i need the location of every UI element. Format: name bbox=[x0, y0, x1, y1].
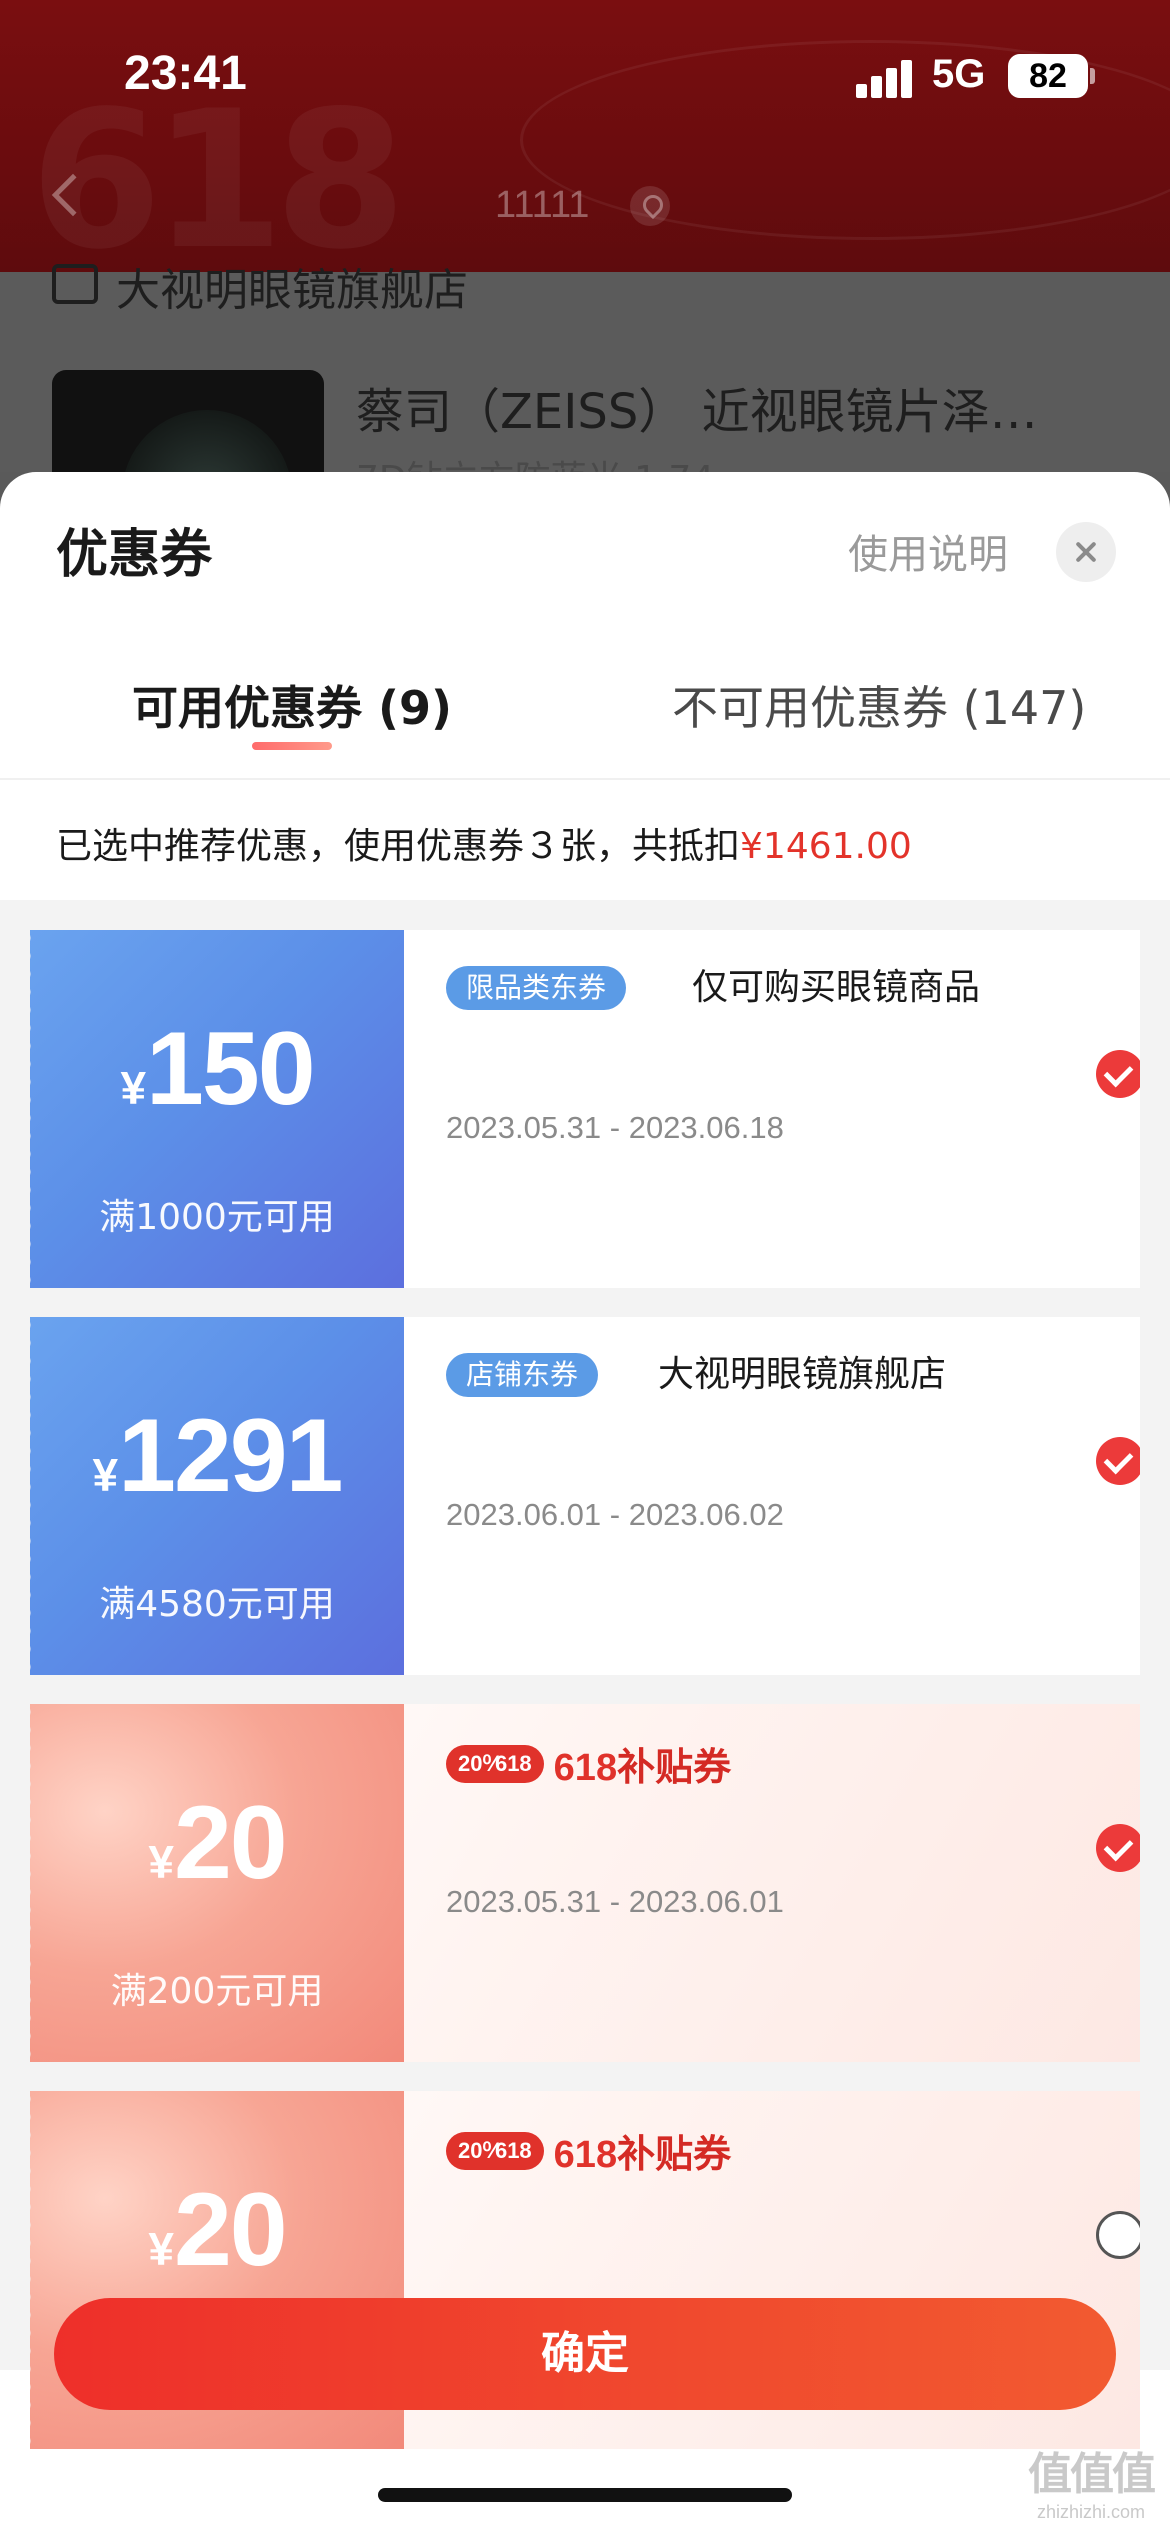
checkbox-unchecked-icon[interactable] bbox=[1096, 2211, 1140, 2259]
coupon-amount-panel: ¥20 满200元可用 bbox=[30, 1704, 404, 2062]
status-time: 23:41 bbox=[124, 47, 247, 100]
currency-symbol: ¥ bbox=[120, 1062, 147, 1114]
coupon-info: 限品类东券 仅可购买眼镜商品 2023.05.31 - 2023.06.18 bbox=[404, 930, 1140, 1288]
coupon-list[interactable]: ¥150 满1000元可用 限品类东券 仅可购买眼镜商品 2023.05.31 … bbox=[0, 900, 1170, 2449]
subsidy-label: 618补贴券 bbox=[554, 1736, 731, 1791]
location-icon[interactable] bbox=[630, 186, 670, 226]
coupon-info: 店铺东券 大视明眼镜旗舰店 2023.06.01 - 2023.06.02 bbox=[404, 1317, 1140, 1675]
coupon-value: 20 bbox=[173, 1785, 288, 1901]
summary-amount: ¥1461.00 bbox=[740, 826, 912, 867]
coupon-threshold: 满200元可用 bbox=[110, 1971, 324, 2012]
sheet-title: 优惠券 bbox=[56, 525, 213, 585]
coupon-card[interactable]: ¥1291 满4580元可用 店铺东券 大视明眼镜旗舰店 2023.06.01 … bbox=[30, 1317, 1140, 1675]
subsidy-label-text: 补贴券 bbox=[617, 1747, 732, 1789]
network-type: 5G bbox=[932, 52, 986, 96]
coupon-value: 150 bbox=[146, 1011, 316, 1127]
selection-summary: 已选中推荐优惠，使用优惠券３张，共抵扣¥1461.00 bbox=[56, 817, 912, 869]
subsidy-badge: 20⁰⁄618 618补贴券 bbox=[446, 2123, 731, 2178]
close-icon[interactable] bbox=[1056, 522, 1116, 582]
coupon-amount: ¥20 bbox=[30, 1784, 404, 1903]
confirm-button[interactable]: 确定 bbox=[54, 2298, 1116, 2410]
shop-icon bbox=[52, 264, 98, 304]
coupon-description: 大视明眼镜旗舰店 bbox=[658, 1354, 947, 1395]
coupon-threshold: 满4580元可用 bbox=[99, 1584, 335, 1625]
signal-icon bbox=[856, 60, 916, 98]
coupon-description: 仅可购买眼镜商品 bbox=[692, 967, 981, 1008]
watermark-url: zhizhizhi.com bbox=[1036, 2502, 1146, 2522]
summary-text: 已选中推荐优惠，使用优惠券３张，共抵扣 bbox=[56, 826, 741, 867]
coupon-threshold: 满1000元可用 bbox=[99, 1197, 335, 1238]
coupon-date: 2023.05.31 - 2023.06.18 bbox=[446, 1110, 784, 1145]
coupon-tag: 限品类东券 bbox=[446, 966, 627, 1010]
page-header-background: 618 bbox=[0, 0, 1170, 272]
coupon-date: 2023.06.01 - 2023.06.02 bbox=[446, 1497, 784, 1532]
checkbox-checked-icon[interactable] bbox=[1096, 1050, 1140, 1098]
shop-name[interactable]: 大视明眼镜旗舰店 bbox=[116, 254, 468, 318]
tab-unavailable[interactable]: 不可用优惠券 (147) bbox=[672, 672, 1086, 738]
checkbox-checked-icon[interactable] bbox=[1096, 1824, 1140, 1872]
active-tab-indicator bbox=[252, 742, 332, 750]
subsidy-label-num: 618 bbox=[553, 1747, 618, 1789]
subsidy-pill: 20⁰⁄618 bbox=[446, 2131, 544, 2170]
subsidy-label-text: 补贴券 bbox=[617, 2134, 732, 2176]
currency-symbol: ¥ bbox=[148, 2223, 174, 2275]
watermark-logo: 值值值 bbox=[1028, 2449, 1156, 2500]
watermark: 值值值 zhizhizhi.com bbox=[1016, 2438, 1166, 2523]
subsidy-badge: 20⁰⁄618 618补贴券 bbox=[446, 1736, 731, 1791]
currency-symbol: ¥ bbox=[148, 1836, 174, 1888]
coupon-amount: ¥20 bbox=[30, 2171, 404, 2290]
subsidy-label-num: 618 bbox=[553, 2134, 618, 2176]
coupon-card[interactable]: ¥150 满1000元可用 限品类东券 仅可购买眼镜商品 2023.05.31 … bbox=[30, 930, 1140, 1288]
battery-icon: 82 bbox=[1008, 54, 1088, 98]
usage-instructions-link[interactable]: 使用说明 bbox=[848, 522, 1008, 580]
subsidy-pill: 20⁰⁄618 bbox=[446, 1744, 544, 1783]
currency-symbol: ¥ bbox=[92, 1449, 119, 1501]
coupon-tag: 店铺东券 bbox=[446, 1353, 599, 1397]
coupon-amount-panel: ¥150 满1000元可用 bbox=[30, 930, 404, 1288]
coupon-value: 1291 bbox=[118, 1398, 343, 1514]
battery-tip bbox=[1090, 68, 1095, 84]
home-indicator bbox=[378, 2488, 792, 2502]
checkbox-checked-icon[interactable] bbox=[1096, 1437, 1140, 1485]
coupon-card[interactable]: ¥20 满200元可用 20⁰⁄618 618补贴券 2023.05.31 - … bbox=[30, 1704, 1140, 2062]
coupon-amount: ¥1291 bbox=[30, 1397, 404, 1516]
coupon-info: 20⁰⁄618 618补贴券 2023.05.31 - 2023.06.01 bbox=[404, 1704, 1140, 2062]
product-title[interactable]: 蔡司（ZEISS） 近视眼镜片泽… bbox=[356, 372, 1038, 442]
coupon-sheet: 优惠券 使用说明 可用优惠券 (9) 不可用优惠券 (147) 已选中推荐优惠，… bbox=[0, 472, 1170, 2532]
header-search-text[interactable]: 11111 bbox=[495, 184, 589, 227]
coupon-date: 2023.05.31 - 2023.06.01 bbox=[446, 1884, 784, 1919]
coupon-amount: ¥150 bbox=[30, 1010, 404, 1129]
tab-available[interactable]: 可用优惠券 (9) bbox=[132, 672, 452, 738]
subsidy-label: 618补贴券 bbox=[554, 2123, 731, 2178]
coupon-value: 20 bbox=[173, 2172, 288, 2288]
tabs-divider bbox=[0, 778, 1170, 780]
coupon-amount-panel: ¥1291 满4580元可用 bbox=[30, 1317, 404, 1675]
